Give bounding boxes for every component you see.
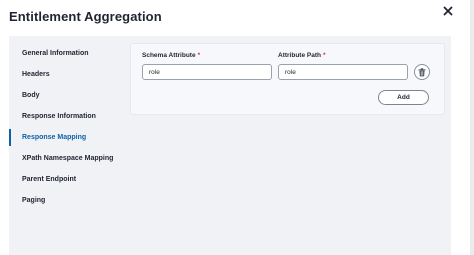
nav-item-xpath-namespace-mapping[interactable]: XPath Namespace Mapping xyxy=(9,148,121,169)
add-mapping-button[interactable]: Add xyxy=(378,90,429,105)
nav-item-headers[interactable]: Headers xyxy=(9,64,121,85)
schema-attribute-label: Schema Attribute * xyxy=(142,52,200,59)
attribute-path-input[interactable] xyxy=(278,64,408,80)
schema-attribute-label-text: Schema Attribute xyxy=(142,52,196,59)
nav-item-general-information[interactable]: General Information xyxy=(9,43,121,64)
attribute-path-label-text: Attribute Path xyxy=(278,52,321,59)
response-mapping-panel: Schema Attribute* Attribute Path* Add xyxy=(130,43,445,115)
nav-item-parent-endpoint[interactable]: Parent Endpoint xyxy=(9,169,121,190)
attribute-path-label: Attribute Path * xyxy=(278,52,326,59)
close-icon[interactable] xyxy=(441,4,455,18)
nav-item-paging[interactable]: Paging xyxy=(9,190,121,211)
nav-item-body[interactable]: Body xyxy=(9,85,121,106)
modal-content: General Information Headers Body Respons… xyxy=(9,36,451,255)
nav-item-response-information[interactable]: Response Information xyxy=(9,106,121,127)
nav-item-response-mapping[interactable]: Response Mapping xyxy=(9,127,121,148)
schema-attribute-input[interactable] xyxy=(142,64,272,80)
modal-title: Entitlement Aggregation xyxy=(9,9,162,24)
required-marker: * xyxy=(322,52,326,59)
section-nav: General Information Headers Body Respons… xyxy=(9,36,121,255)
trash-icon[interactable] xyxy=(414,64,430,80)
required-marker: * xyxy=(197,52,201,59)
modal-dialog: Entitlement Aggregation General Informat… xyxy=(0,0,474,255)
scrollbar[interactable] xyxy=(470,0,474,255)
